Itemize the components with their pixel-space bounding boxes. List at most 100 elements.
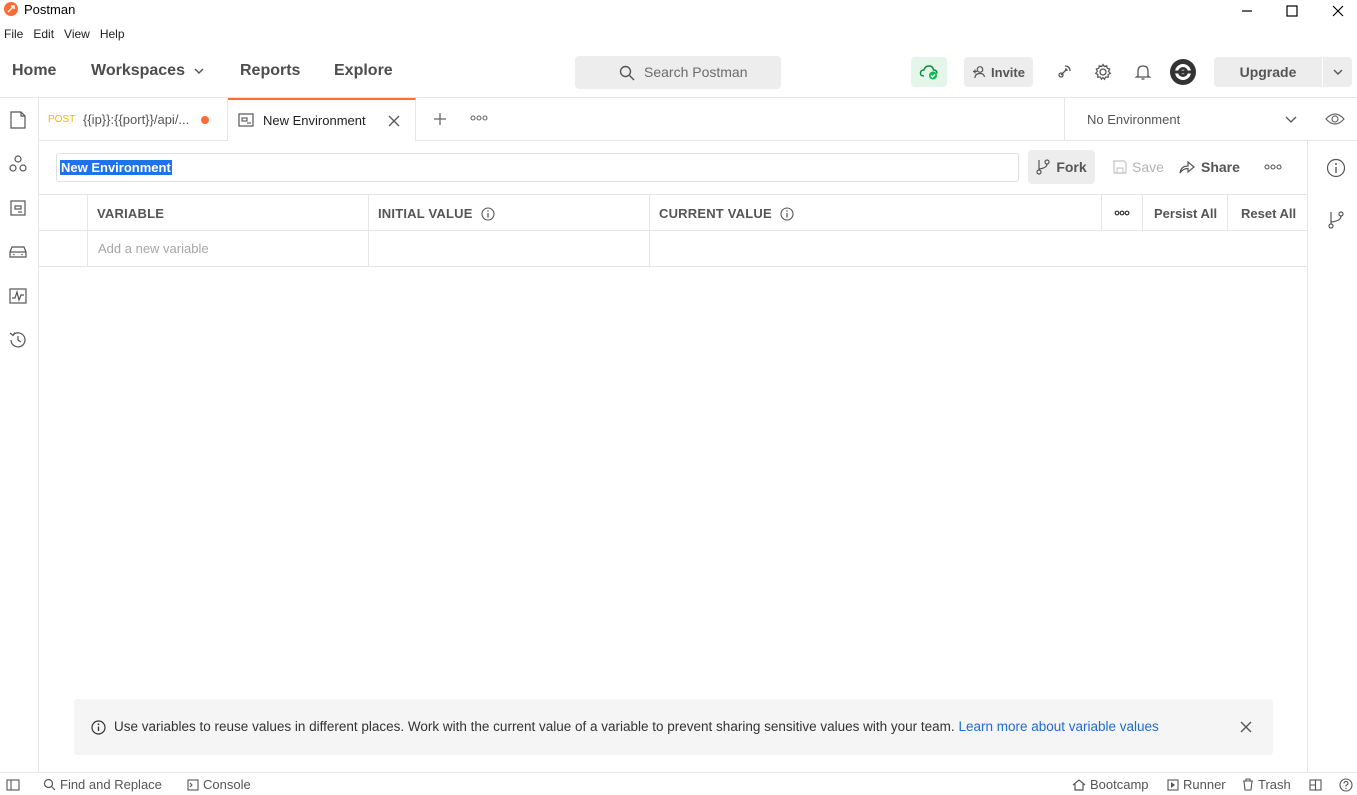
variables-table: VARIABLE INITIAL VALUE CURRENT VALUE Per…	[39, 194, 1307, 267]
app-header: Home Workspaces Reports Explore Search P…	[0, 50, 1357, 98]
save-label: Save	[1132, 159, 1164, 175]
title-bar: Postman	[0, 0, 1357, 22]
bootcamp-icon	[1072, 778, 1086, 791]
more-tabs-icon[interactable]	[470, 114, 488, 122]
row-checkbox-cell	[39, 231, 88, 267]
environment-selector[interactable]: No Environment	[1064, 98, 1306, 141]
invite-button[interactable]: Invite	[964, 57, 1033, 87]
nav-home[interactable]: Home	[12, 50, 56, 92]
environment-selector-label: No Environment	[1087, 112, 1181, 127]
nav-explore[interactable]: Explore	[334, 50, 393, 92]
console-label: Console	[203, 777, 251, 792]
trash-button[interactable]: Trash	[1242, 777, 1291, 792]
share-button[interactable]: Share	[1179, 150, 1241, 184]
menu-view[interactable]: View	[60, 24, 96, 44]
maximize-button[interactable]	[1269, 0, 1315, 22]
info-icon[interactable]	[481, 206, 495, 221]
new-initial-value-input[interactable]	[369, 231, 650, 267]
bootcamp-label: Bootcamp	[1090, 777, 1149, 792]
learn-more-link[interactable]: Learn more about variable values	[958, 719, 1158, 734]
info-banner-message: Use variables to reuse values in differe…	[114, 719, 955, 734]
close-icon[interactable]	[1240, 721, 1252, 733]
search-icon	[619, 65, 635, 81]
toggle-sidebar-icon[interactable]	[6, 779, 20, 791]
upgrade-button[interactable]: Upgrade	[1214, 57, 1322, 87]
environment-name-input[interactable]: New Environment	[56, 153, 1019, 182]
unsaved-dot-icon	[201, 116, 209, 124]
invite-label: Invite	[991, 64, 1025, 80]
info-icon[interactable]	[780, 206, 794, 221]
menu-edit[interactable]: Edit	[29, 24, 60, 44]
sync-status-button[interactable]	[911, 57, 947, 87]
environments-icon[interactable]	[8, 198, 28, 218]
fork-label: Fork	[1056, 159, 1087, 175]
new-tab-plus-icon[interactable]	[432, 111, 448, 127]
column-header-variable: VARIABLE	[97, 206, 165, 221]
bell-icon	[1134, 65, 1152, 80]
notifications-button[interactable]	[1131, 57, 1155, 87]
search-placeholder: Search Postman	[644, 64, 748, 80]
apis-icon[interactable]	[8, 154, 28, 174]
more-options-icon	[1114, 210, 1130, 216]
settings-button[interactable]	[1091, 57, 1115, 87]
monitors-icon[interactable]	[8, 286, 28, 306]
info-banner-text: Use variables to reuse values in differe…	[114, 719, 1159, 734]
new-variable-placeholder: Add a new variable	[98, 241, 209, 256]
fork-icon[interactable]	[1326, 210, 1346, 230]
console-button[interactable]: Console	[187, 777, 251, 792]
column-header-current-value: CURRENT VALUE	[659, 206, 794, 221]
trash-label: Trash	[1258, 777, 1291, 792]
tab-label: New Environment	[263, 113, 366, 128]
minimize-button[interactable]	[1224, 0, 1270, 22]
chevron-down-icon	[1333, 69, 1342, 75]
info-icon[interactable]	[1326, 158, 1346, 178]
search-input[interactable]: Search Postman	[575, 56, 781, 89]
persist-all-button[interactable]: Persist All	[1143, 195, 1228, 231]
find-and-replace-button[interactable]: Find and Replace	[43, 777, 162, 792]
column-header-label: INITIAL VALUE	[378, 206, 473, 221]
history-icon[interactable]	[8, 330, 28, 350]
upgrade-menu-button[interactable]	[1323, 57, 1352, 87]
nav-workspaces[interactable]: Workspaces	[91, 50, 205, 92]
menu-file[interactable]: File	[0, 24, 29, 44]
tab-post-request[interactable]: POST {{ip}}:{{port}}/api/...	[39, 98, 228, 141]
column-header-label: CURRENT VALUE	[659, 206, 772, 221]
nav-reports[interactable]: Reports	[240, 50, 300, 92]
reset-all-button[interactable]: Reset All	[1228, 195, 1307, 231]
help-icon[interactable]	[1339, 778, 1353, 792]
window-title: Postman	[24, 2, 76, 17]
runner-label: Runner	[1183, 777, 1226, 792]
table-header-cell: VARIABLE	[88, 195, 369, 231]
menu-help[interactable]: Help	[96, 24, 131, 44]
nav-workspaces-label: Workspaces	[91, 62, 185, 79]
menu-bar: File Edit View Help	[0, 24, 131, 44]
environment-icon	[238, 113, 254, 127]
more-actions-icon[interactable]	[1264, 163, 1282, 171]
status-bar: Find and Replace Console Bootcamp Runner…	[0, 772, 1357, 795]
runner-button[interactable]: Runner	[1167, 777, 1226, 792]
capture-requests-button[interactable]	[1052, 57, 1076, 87]
table-options-cell[interactable]	[1102, 195, 1143, 231]
save-button[interactable]: Save	[1112, 150, 1168, 184]
column-header-initial-value: INITIAL VALUE	[378, 206, 495, 221]
avatar[interactable]	[1169, 57, 1197, 87]
table-header-cell: INITIAL VALUE	[369, 195, 650, 231]
add-user-icon	[973, 66, 986, 79]
environment-quick-look-icon[interactable]	[1325, 111, 1345, 127]
runner-icon	[1167, 778, 1179, 791]
collections-icon[interactable]	[8, 110, 28, 130]
two-pane-view-icon[interactable]	[1309, 779, 1322, 791]
tab-new-environment[interactable]: New Environment	[228, 98, 416, 141]
fork-button[interactable]: Fork	[1028, 150, 1095, 184]
bootcamp-button[interactable]: Bootcamp	[1072, 777, 1149, 792]
new-variable-input[interactable]: Add a new variable	[88, 231, 369, 267]
right-sidebar	[1307, 141, 1357, 772]
close-window-button[interactable]	[1315, 0, 1357, 22]
chevron-down-icon	[1285, 116, 1297, 123]
share-icon	[1179, 160, 1195, 174]
trash-icon	[1243, 778, 1253, 791]
left-sidebar	[0, 98, 39, 772]
close-icon[interactable]	[387, 114, 401, 128]
mock-servers-icon[interactable]	[8, 242, 28, 262]
new-current-value-input[interactable]	[650, 231, 1307, 267]
